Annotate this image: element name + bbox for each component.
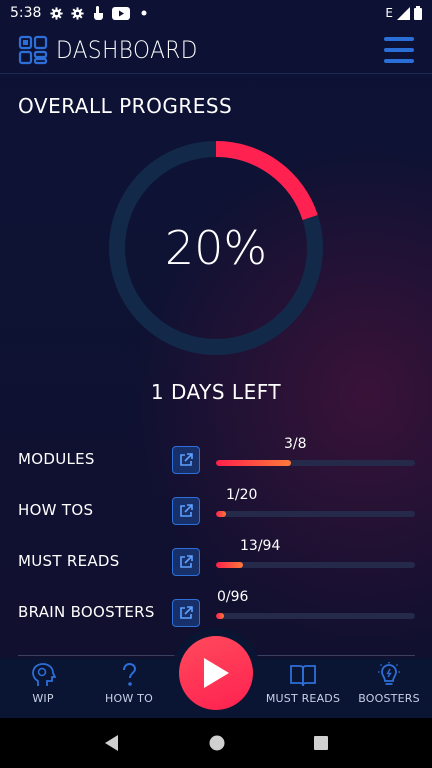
row-label: HOW TOS [18, 501, 94, 519]
app-title: DASHBOARD [56, 35, 198, 64]
external-link-icon [180, 453, 193, 466]
progress-track [216, 460, 415, 466]
progress-row-must-reads: MUST READS 13/94 [18, 538, 418, 582]
row-count: 1/20 [226, 487, 258, 503]
progress-track [216, 511, 415, 517]
external-link-icon [180, 504, 193, 517]
back-icon[interactable] [103, 734, 121, 752]
grid-logo-icon [18, 35, 48, 64]
open-brain-boosters-button[interactable] [172, 599, 200, 627]
youtube-icon [112, 6, 131, 20]
progress-row-brain-boosters: BRAIN BOOSTERS 0/96 [18, 589, 418, 633]
home-icon[interactable] [208, 734, 226, 752]
touch-icon [91, 6, 105, 20]
row-label: MODULES [18, 450, 95, 468]
external-link-icon [180, 555, 193, 568]
external-link-icon [180, 606, 193, 619]
open-must-reads-button[interactable] [172, 548, 200, 576]
gear-icon [49, 6, 63, 20]
play-icon [204, 658, 229, 688]
nav-item-must-reads[interactable]: MUST READS [260, 658, 346, 718]
open-modules-button[interactable] [172, 446, 200, 474]
app-bar: DASHBOARD [0, 26, 432, 74]
nav-item-wip[interactable]: WIP [0, 658, 86, 718]
nav-label: WIP [32, 692, 54, 705]
row-count: 3/8 [284, 436, 307, 452]
nav-label: BOOSTERS [358, 692, 420, 705]
row-count: 0/96 [217, 589, 249, 605]
head-icon [32, 663, 56, 686]
status-bar: 5:38 E [0, 0, 432, 26]
gear-icon [70, 6, 84, 20]
progress-row-modules: MODULES 3/8 [18, 436, 418, 480]
progress-fill [216, 460, 291, 466]
lightbulb-icon [378, 662, 400, 685]
system-nav-bar [0, 718, 432, 768]
progress-row-how-tos: HOW TOS 1/20 [18, 487, 418, 531]
row-count: 13/94 [240, 538, 281, 554]
progress-fill [216, 613, 224, 619]
network-type: E [385, 6, 393, 20]
overall-progress-title: OVERALL PROGRESS [18, 94, 233, 118]
nav-item-boosters[interactable]: BOOSTERS [346, 658, 432, 718]
progress-track [216, 562, 415, 568]
book-icon [290, 665, 316, 687]
progress-ring: 20% [108, 140, 324, 356]
hamburger-menu-icon[interactable] [384, 36, 414, 63]
battery-icon [414, 6, 422, 20]
status-right: E [385, 6, 422, 20]
status-time: 5:38 [10, 5, 42, 21]
progress-percent: 20% [164, 221, 268, 275]
progress-track [216, 613, 415, 619]
row-label: BRAIN BOOSTERS [18, 603, 155, 621]
open-how-tos-button[interactable] [172, 497, 200, 525]
dot-icon [137, 6, 151, 20]
days-left: 1 DAYS LEFT [150, 380, 282, 404]
nav-item-how-to[interactable]: HOW TO [86, 658, 172, 718]
signal-icon [397, 6, 410, 20]
progress-fill [216, 562, 244, 568]
progress-fill [216, 511, 226, 517]
nav-label: HOW TO [105, 692, 153, 705]
recents-icon[interactable] [313, 735, 329, 751]
row-label: MUST READS [18, 552, 120, 570]
question-icon [123, 662, 137, 686]
nav-label: MUST READS [265, 692, 341, 705]
play-button[interactable] [179, 636, 253, 710]
